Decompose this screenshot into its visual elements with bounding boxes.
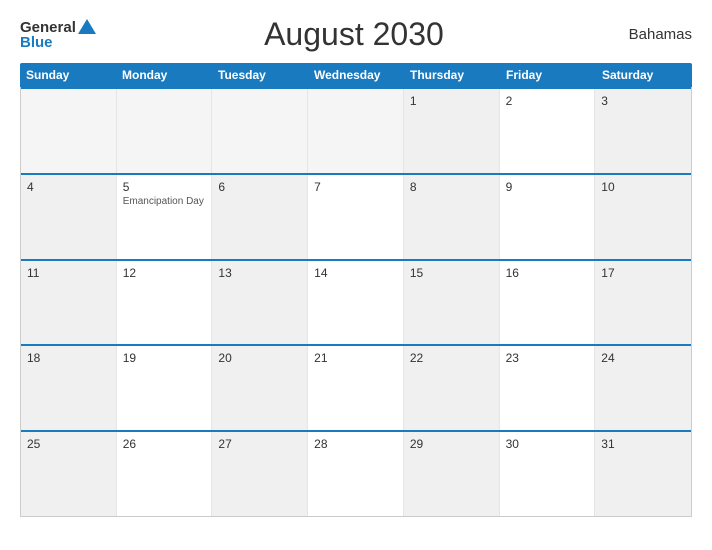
logo-triangle-icon (78, 19, 96, 34)
calendar-week-5: 25 26 27 28 29 30 31 (21, 430, 691, 516)
calendar-cell: 13 (212, 261, 308, 345)
day-header-tuesday: Tuesday (212, 63, 308, 87)
day-number: 8 (410, 180, 493, 194)
calendar-cell: 12 (117, 261, 213, 345)
country-name: Bahamas (612, 26, 692, 43)
calendar-cell: 23 (500, 346, 596, 430)
calendar-cell: 16 (500, 261, 596, 345)
calendar-cell: 15 (404, 261, 500, 345)
day-number: 31 (601, 437, 685, 451)
day-number: 7 (314, 180, 397, 194)
calendar-cell: 30 (500, 432, 596, 516)
calendar-cell: 3 (595, 89, 691, 173)
day-header-monday: Monday (116, 63, 212, 87)
calendar-cell: 31 (595, 432, 691, 516)
calendar-cell (21, 89, 117, 173)
day-number: 12 (123, 266, 206, 280)
calendar-cell: 28 (308, 432, 404, 516)
day-number: 2 (506, 94, 589, 108)
day-number: 20 (218, 351, 301, 365)
logo-general-text: General (20, 20, 76, 35)
calendar-cell: 19 (117, 346, 213, 430)
calendar-cell: 21 (308, 346, 404, 430)
day-number: 29 (410, 437, 493, 451)
calendar-cell (308, 89, 404, 173)
calendar-cell: 20 (212, 346, 308, 430)
calendar-cell: 5 Emancipation Day (117, 175, 213, 259)
day-header-sunday: Sunday (20, 63, 116, 87)
day-number: 23 (506, 351, 589, 365)
calendar-cell: 10 (595, 175, 691, 259)
day-number: 24 (601, 351, 685, 365)
calendar-cell: 6 (212, 175, 308, 259)
calendar-cell: 7 (308, 175, 404, 259)
calendar-cell: 26 (117, 432, 213, 516)
calendar-cell (117, 89, 213, 173)
day-number: 16 (506, 266, 589, 280)
day-number: 22 (410, 351, 493, 365)
day-number: 15 (410, 266, 493, 280)
calendar-cell: 18 (21, 346, 117, 430)
day-number: 19 (123, 351, 206, 365)
calendar-cell: 22 (404, 346, 500, 430)
calendar-week-1: 123 (21, 87, 691, 173)
calendar-cell: 2 (500, 89, 596, 173)
day-number: 3 (601, 94, 685, 108)
calendar-cell: 8 (404, 175, 500, 259)
day-number: 6 (218, 180, 301, 194)
day-number: 21 (314, 351, 397, 365)
calendar-cell: 24 (595, 346, 691, 430)
logo: General Blue (20, 19, 96, 50)
day-number: 9 (506, 180, 589, 194)
day-number: 14 (314, 266, 397, 280)
calendar-cell: 25 (21, 432, 117, 516)
calendar-header: General Blue August 2030 Bahamas (20, 16, 692, 53)
day-number: 13 (218, 266, 301, 280)
calendar-grid: 12345Emancipation Day6789101112131415161… (20, 87, 692, 517)
day-number: 28 (314, 437, 397, 451)
calendar-container: General Blue August 2030 Bahamas SundayM… (0, 0, 712, 550)
calendar-week-3: 11 12 13 14 15 16 17 (21, 259, 691, 345)
day-header-thursday: Thursday (404, 63, 500, 87)
calendar-week-4: 18 19 20 21 22 23 24 (21, 344, 691, 430)
day-number: 4 (27, 180, 110, 194)
day-number: 27 (218, 437, 301, 451)
calendar-cell: 14 (308, 261, 404, 345)
day-number: 5 (123, 180, 206, 194)
calendar-cell: 17 (595, 261, 691, 345)
calendar-cell: 1 (404, 89, 500, 173)
logo-blue-text: Blue (20, 35, 96, 50)
day-number: 10 (601, 180, 685, 194)
day-number: 1 (410, 94, 493, 108)
day-number: 30 (506, 437, 589, 451)
day-number: 25 (27, 437, 110, 451)
calendar-title: August 2030 (96, 16, 612, 53)
day-number: 18 (27, 351, 110, 365)
calendar-week-2: 45 Emancipation Day 6789 10 (21, 173, 691, 259)
calendar-cell: 4 (21, 175, 117, 259)
day-header-wednesday: Wednesday (308, 63, 404, 87)
calendar-cell: 27 (212, 432, 308, 516)
calendar-cell: 9 (500, 175, 596, 259)
calendar-cell: 11 (21, 261, 117, 345)
day-number: 26 (123, 437, 206, 451)
day-number: 11 (27, 266, 110, 280)
calendar-cell (212, 89, 308, 173)
event-label: Emancipation Day (123, 196, 206, 207)
day-header-friday: Friday (500, 63, 596, 87)
day-number: 17 (601, 266, 685, 280)
calendar-cell: 29 (404, 432, 500, 516)
day-headers: SundayMondayTuesdayWednesdayThursdayFrid… (20, 63, 692, 87)
day-header-saturday: Saturday (596, 63, 692, 87)
